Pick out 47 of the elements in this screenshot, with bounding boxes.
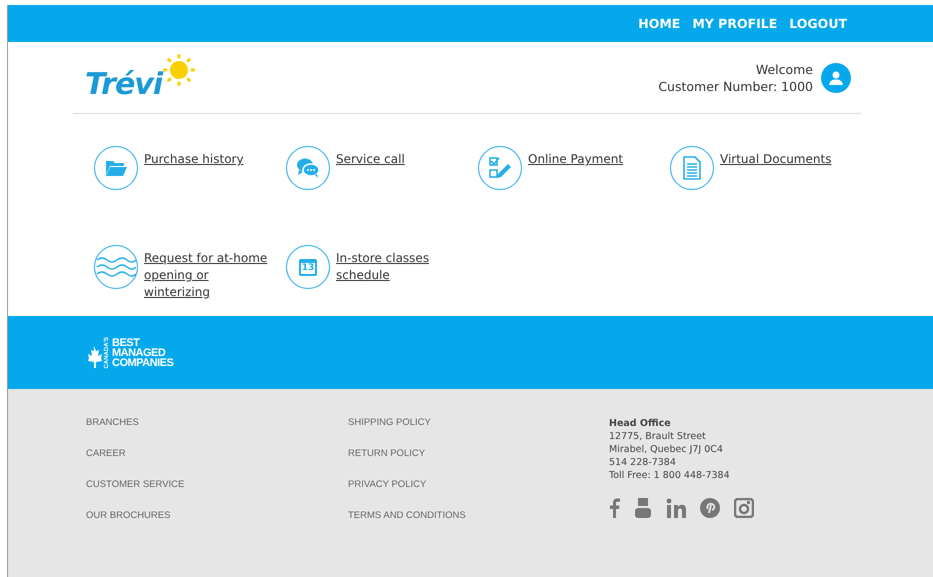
chat-bubbles-icon <box>296 157 320 179</box>
tile-icon-circle[interactable] <box>670 146 714 190</box>
tile-icon-circle[interactable] <box>478 146 522 190</box>
tile-icon-circle[interactable] <box>94 245 138 289</box>
folder-icon <box>105 159 127 177</box>
user-avatar-icon[interactable] <box>821 62 851 92</box>
maple-leaf-icon <box>86 346 102 368</box>
footer-link[interactable]: CAREER <box>86 448 348 460</box>
waves-icon <box>96 255 136 279</box>
calendar-icon: 13 <box>299 258 317 276</box>
address-line: 12775, Brault Street <box>609 430 707 443</box>
document-icon <box>683 156 701 180</box>
tile-icon-circle[interactable] <box>286 146 330 190</box>
tile-link[interactable]: Service call <box>336 151 460 168</box>
footer-link[interactable]: PRIVACY POLICY <box>348 479 609 491</box>
welcome-text: Welcome <box>754 60 813 78</box>
pinterest-icon <box>700 498 720 518</box>
footer-link[interactable]: SHIPPING POLICY <box>348 417 609 429</box>
tile-link[interactable]: In-store classes schedule <box>336 250 460 284</box>
logo-wordmark: Trévi <box>85 67 162 102</box>
instagram-icon <box>734 498 754 518</box>
tile-icon-circle[interactable]: 13 <box>286 245 330 289</box>
nav-link[interactable]: LOGOUT <box>789 16 847 31</box>
tile-link[interactable]: Online Payment <box>528 151 652 168</box>
checklist-pencil-icon <box>488 156 512 180</box>
tile-link[interactable]: Purchase history <box>144 151 268 168</box>
footer-link[interactable]: BRANCHES <box>86 417 348 429</box>
footer-link[interactable]: OUR BROCHURES <box>86 510 348 522</box>
facebook-icon <box>609 498 620 518</box>
sun-icon <box>162 53 196 87</box>
award-text: MANAGED <box>112 348 166 358</box>
footer-link[interactable]: RETURN POLICY <box>348 448 609 460</box>
address-line: Mirabel, Quebec J7J 0C4 <box>609 443 724 456</box>
address-line: Toll Free: 1 800 448-7384 <box>609 469 731 482</box>
linkedin-icon <box>666 498 686 518</box>
customer-number: Customer Number: 1000 <box>658 78 813 94</box>
tile-link[interactable]: Request for at-home opening or winterizing <box>144 250 268 301</box>
footer-link[interactable]: TERMS AND CONDITIONS <box>348 510 609 522</box>
head-office-title: Head Office <box>609 418 671 429</box>
award-text: COMPANIES <box>112 358 174 368</box>
nav-link[interactable]: HOME <box>638 16 680 31</box>
award-text: BEST <box>112 338 140 348</box>
address-line: 514 228-7384 <box>609 456 677 469</box>
nav-link[interactable]: MY PROFILE <box>692 16 778 31</box>
footer-link[interactable]: CUSTOMER SERVICE <box>86 479 348 491</box>
tile-link[interactable]: Virtual Documents <box>720 151 844 168</box>
tile-icon-circle[interactable] <box>94 146 138 190</box>
